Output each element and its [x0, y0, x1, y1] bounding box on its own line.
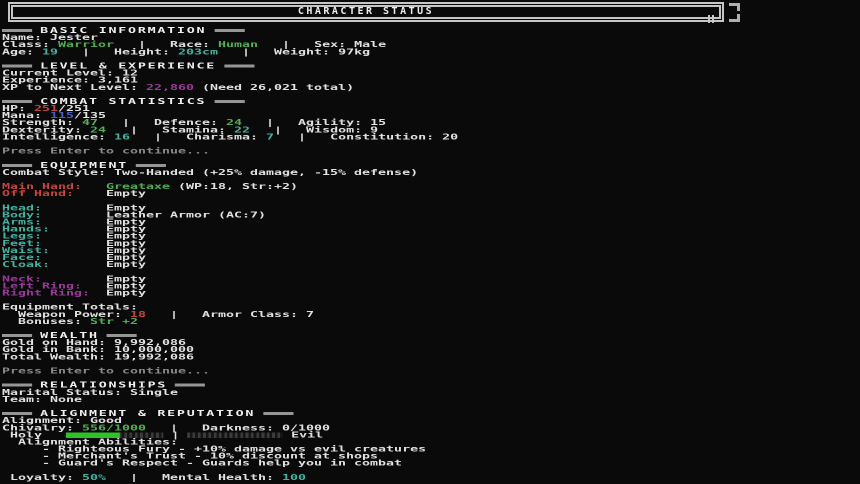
section-header-alignment-reputation: ALIGNMENT & REPUTATION [2, 410, 860, 417]
text-segment: (WP:18, Str:+2) [170, 182, 298, 191]
press-enter-prompt: Press Enter to continue... [2, 148, 860, 155]
text-segment: 16 [114, 132, 130, 141]
text-segment: Loyalty: [2, 473, 82, 482]
text-segment: Bonuses: [2, 317, 90, 326]
character-status-window-frame: CHARACTER STATUS [8, 2, 724, 22]
age-height-weight-line: Age: 19 | Height: 203cm | Weight: 97kg [2, 48, 860, 55]
header-bar-icon [2, 412, 32, 415]
header-bar-icon [2, 64, 32, 67]
slot-off-hand: Off Hand: Empty [2, 190, 860, 197]
text-segment: Empty [106, 189, 146, 198]
text-segment: | Weight: 97kg [218, 47, 370, 56]
ability-guards-respect: - Guard's Respect - Guards help you in c… [2, 460, 860, 467]
slot-cloak: Cloak: Empty [2, 261, 860, 268]
text-segment: Off Hand: [2, 189, 106, 198]
text-segment: | Mental Health: [106, 473, 282, 482]
total-wealth-line: Total Wealth: 19,992,086 [2, 353, 860, 360]
section-header-combat-statistics: COMBAT STATISTICS [2, 98, 860, 105]
section-header-basic-information: BASIC INFORMATION [2, 27, 860, 34]
chivalry-darkness-line: Chivalry: 556/1000 | Darkness: 0/1000 [2, 424, 860, 431]
header-bar-icon [2, 334, 32, 337]
text-segment: | Constitution: 20 [274, 132, 458, 141]
frame-corner-top-right-icon [729, 3, 740, 11]
combat-style-line: Combat Style: Two-Handed (+25% damage, -… [2, 169, 860, 176]
text-segment: Str +2 [90, 317, 138, 326]
text-segment: 19 [42, 47, 58, 56]
text-segment: 22,860 [146, 83, 194, 92]
double-pipe-icon [706, 8, 714, 16]
xp-to-next-line: XP to Next Level: 22,860 (Need 26,021 to… [2, 84, 860, 91]
page-title: CHARACTER STATUS [13, 7, 719, 17]
header-bar-icon [214, 100, 244, 103]
header-bar-icon [224, 64, 254, 67]
hp-line: HP: 251/251 [2, 105, 860, 112]
header-bar-icon [107, 334, 137, 337]
header-bar-icon [263, 412, 293, 415]
text-segment: Age: [2, 47, 42, 56]
text-segment: Total Wealth: 19,992,086 [2, 352, 194, 361]
blank [2, 325, 860, 332]
text-segment: Evil [283, 430, 323, 439]
header-bar-icon [2, 164, 32, 167]
darkness-bar [187, 432, 283, 438]
intelligence-row: Intelligence: 16 | Charisma: 7 | Constit… [2, 133, 860, 140]
text-segment: Combat Style: Two-Handed (+25% damage, -… [2, 168, 418, 177]
text-segment: Team: None [2, 395, 82, 404]
header-bar-icon [2, 29, 32, 32]
marital-status-line: Marital Status: Single [2, 389, 860, 396]
frame-corner-bottom-right-icon [729, 14, 740, 22]
slot-right-ring: Right Ring: Empty [2, 289, 860, 296]
text-segment: Press Enter to continue... [2, 367, 210, 376]
header-bar-icon [2, 384, 32, 387]
text-segment: 50% [82, 473, 106, 482]
terminal-screen: BASIC INFORMATIONName: JesterClass: Warr… [2, 27, 860, 481]
text-segment: Press Enter to continue... [2, 147, 210, 156]
bonuses-line: Bonuses: Str +2 [2, 318, 860, 325]
loyalty-mental-health-line: Loyalty: 50% | Mental Health: 100 [2, 474, 860, 481]
text-segment: 100 [282, 473, 306, 482]
text-segment: 7 [266, 132, 274, 141]
text-segment: | Armor Class: 7 [146, 310, 314, 319]
text-segment: XP to Next Level: [2, 83, 146, 92]
text-segment: | Height: [58, 47, 178, 56]
press-enter-prompt: Press Enter to continue... [2, 368, 860, 375]
text-segment: Empty [106, 260, 146, 269]
text-segment: Intelligence: [2, 132, 114, 141]
text-segment: - Guard's Respect - Guards help you in c… [2, 459, 402, 468]
text-segment: Cloak: [2, 260, 106, 269]
text-segment: Right Ring: [2, 288, 106, 297]
text-segment: 203cm [178, 47, 218, 56]
header-bar-icon [214, 29, 244, 32]
header-bar-icon [2, 100, 32, 103]
header-bar-icon [175, 384, 205, 387]
header-bar-icon [136, 164, 166, 167]
text-segment: (Need 26,021 total) [194, 83, 354, 92]
text-segment: Empty [106, 288, 146, 297]
text-segment: | Charisma: [130, 132, 266, 141]
blank [2, 155, 860, 162]
team-line: Team: None [2, 396, 860, 403]
